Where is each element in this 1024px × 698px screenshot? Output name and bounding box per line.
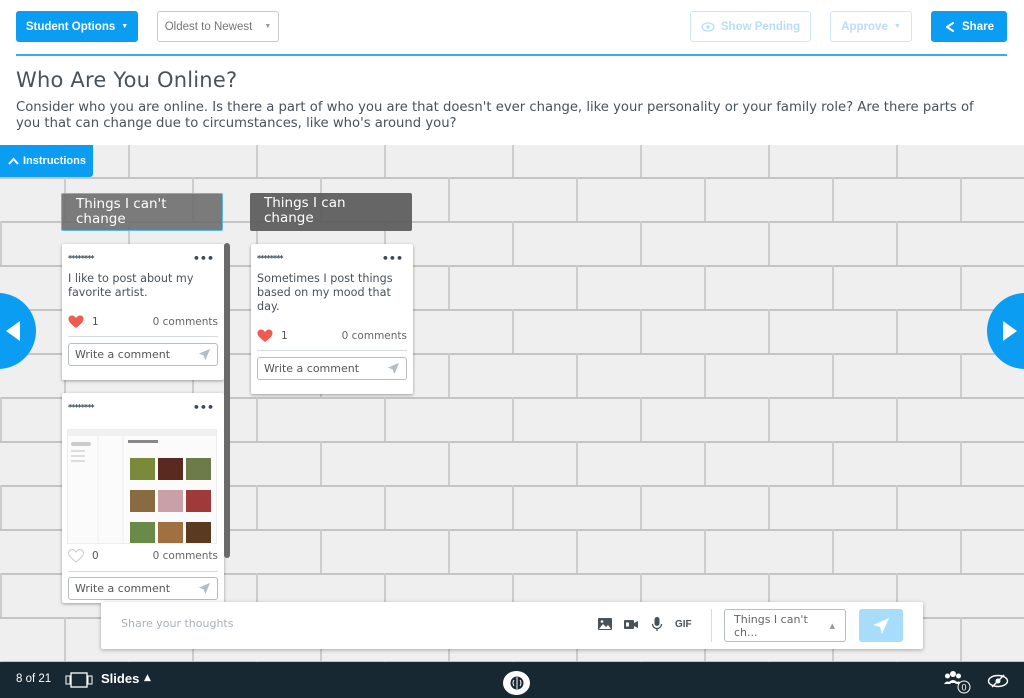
post-image[interactable] bbox=[67, 429, 217, 544]
brain-button[interactable] bbox=[503, 671, 530, 695]
column-scrollbar[interactable] bbox=[224, 243, 230, 558]
heart-filled-icon[interactable] bbox=[68, 315, 84, 329]
share-thoughts-input[interactable]: Share your thoughts bbox=[121, 617, 581, 630]
caret-down-icon: ▼ bbox=[264, 23, 272, 30]
comment-input[interactable]: Write a comment bbox=[68, 577, 218, 600]
show-pending-label: Show Pending bbox=[720, 20, 801, 33]
page-title: Who Are You Online? bbox=[16, 68, 238, 92]
caret-down-icon: ▼ bbox=[121, 23, 129, 30]
post-reactions: 0 0 comments bbox=[68, 546, 218, 566]
post-reactions: 1 0 comments bbox=[68, 312, 218, 332]
approve-label: Approve bbox=[841, 20, 888, 33]
comment-count[interactable]: 0 comments bbox=[153, 550, 218, 562]
attachment-options: GIF bbox=[597, 616, 692, 632]
instructions-label: Instructions bbox=[23, 155, 86, 167]
slides-toggle[interactable]: Slides bbox=[101, 671, 139, 686]
approve-button[interactable]: Approve ▼ bbox=[830, 11, 912, 42]
post-author: ******** bbox=[68, 254, 94, 263]
like-count: 1 bbox=[281, 330, 288, 342]
participants-count: 0 bbox=[961, 683, 966, 693]
like-count: 0 bbox=[92, 550, 99, 562]
instructions-toggle[interactable]: Instructions bbox=[0, 145, 93, 177]
composer-divider bbox=[711, 609, 712, 642]
caret-up-icon[interactable]: ▲ bbox=[144, 673, 151, 683]
post-text: Sometimes I post things based on my mood… bbox=[257, 272, 393, 313]
bottom-bar: 8 of 21 Slides ▲ 0 bbox=[0, 662, 1024, 698]
board-canvas: Instructions Things I can't change Thing… bbox=[0, 145, 1024, 662]
card-divider bbox=[68, 571, 218, 572]
share-button[interactable]: Share bbox=[931, 11, 1007, 42]
chevron-up-icon bbox=[8, 157, 19, 165]
send-icon[interactable] bbox=[387, 362, 400, 375]
activity-header: Who Are You Online? Consider who you are… bbox=[0, 56, 1024, 145]
sort-dropdown[interactable]: Oldest to Newest ▼ bbox=[157, 11, 279, 42]
more-options-icon[interactable]: ••• bbox=[382, 252, 403, 265]
post-author: ******** bbox=[257, 254, 283, 263]
eye-slash-icon[interactable] bbox=[987, 674, 1009, 688]
caret-up-icon: ▲ bbox=[829, 621, 835, 630]
send-icon bbox=[873, 617, 889, 634]
toolbar: Student Options ▼ Oldest to Newest ▼ Sho… bbox=[0, 0, 1024, 56]
sort-label: Oldest to Newest bbox=[164, 20, 253, 33]
comment-input[interactable]: Write a comment bbox=[68, 343, 218, 366]
caret-down-icon: ▼ bbox=[893, 23, 901, 30]
heart-outline-icon[interactable] bbox=[68, 549, 84, 563]
show-pending-button[interactable]: Show Pending bbox=[690, 11, 811, 42]
brain-icon bbox=[510, 676, 523, 690]
column-header-cant-change[interactable]: Things I can't change bbox=[61, 193, 223, 231]
arrow-left-icon bbox=[6, 321, 20, 341]
page-description: Consider who you are online. Is there a … bbox=[16, 100, 974, 131]
comment-input[interactable]: Write a comment bbox=[257, 357, 407, 380]
post-author: ******** bbox=[68, 403, 94, 412]
card-divider bbox=[68, 336, 218, 337]
post-card[interactable]: ******** ••• 0 0 comments Write a commen… bbox=[62, 393, 224, 603]
submit-post-button[interactable] bbox=[859, 609, 903, 642]
participants-icon[interactable]: 0 bbox=[944, 670, 974, 694]
send-icon[interactable] bbox=[198, 348, 211, 361]
card-divider bbox=[257, 350, 407, 351]
image-icon[interactable] bbox=[597, 616, 613, 632]
share-label: Share bbox=[962, 20, 994, 33]
recipe-app-screenshot bbox=[68, 430, 216, 543]
comment-placeholder: Write a comment bbox=[75, 348, 171, 361]
share-icon bbox=[946, 21, 955, 32]
gif-button[interactable]: GIF bbox=[675, 619, 692, 630]
like-count: 1 bbox=[92, 316, 99, 328]
comment-count[interactable]: 0 comments bbox=[342, 330, 407, 342]
student-options-label: Student Options bbox=[25, 20, 116, 33]
comment-count[interactable]: 0 comments bbox=[153, 316, 218, 328]
column-header-can-change[interactable]: Things I can change bbox=[250, 193, 412, 231]
column-title: Things I can't change bbox=[76, 196, 167, 227]
slide-position: 8 of 21 bbox=[16, 673, 52, 685]
post-card[interactable]: ******** ••• I like to post about my fav… bbox=[62, 244, 224, 380]
heart-filled-icon[interactable] bbox=[257, 329, 273, 343]
video-icon[interactable] bbox=[623, 616, 639, 632]
column-select-dropdown[interactable]: Things I can't ch... ▲ bbox=[724, 609, 846, 642]
column-title: Things I can change bbox=[264, 195, 346, 226]
slides-icon[interactable] bbox=[65, 672, 93, 688]
student-options-button[interactable]: Student Options ▼ bbox=[16, 11, 138, 42]
post-composer: Share your thoughts GIF Things I can't c… bbox=[101, 602, 923, 649]
microphone-icon[interactable] bbox=[649, 616, 665, 632]
more-options-icon[interactable]: ••• bbox=[193, 252, 214, 265]
column-select-value: Things I can't ch... bbox=[734, 612, 808, 639]
eye-icon bbox=[701, 21, 715, 32]
more-options-icon[interactable]: ••• bbox=[193, 401, 214, 414]
post-text: I like to post about my favorite artist. bbox=[68, 272, 194, 299]
send-icon[interactable] bbox=[198, 582, 211, 595]
post-card[interactable]: ******** ••• Sometimes I post things bas… bbox=[251, 244, 413, 394]
comment-placeholder: Write a comment bbox=[75, 582, 171, 595]
post-reactions: 1 0 comments bbox=[257, 326, 407, 346]
comment-placeholder: Write a comment bbox=[264, 362, 360, 375]
arrow-right-icon bbox=[1003, 321, 1017, 341]
